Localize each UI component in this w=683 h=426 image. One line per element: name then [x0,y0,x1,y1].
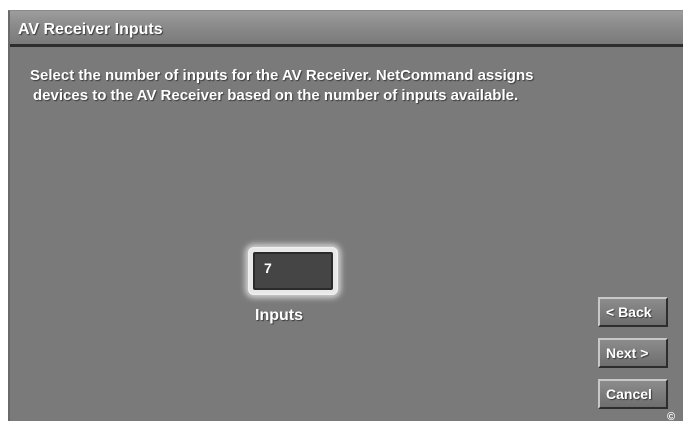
title-bar: AV Receiver Inputs [10,11,683,47]
instructions-text: Select the number of inputs for the AV R… [30,66,630,106]
inputs-field-frame[interactable]: 7 [248,247,338,295]
inputs-label: Inputs [255,307,303,324]
screen: AV Receiver Inputs Select the number of … [0,0,683,426]
dialog-title: AV Receiver Inputs [18,21,163,38]
instructions-line-1: Select the number of inputs for the AV R… [30,67,534,84]
back-button[interactable]: < Back [598,297,668,327]
cancel-button[interactable]: Cancel [598,379,668,409]
instructions-line-2: devices to the AV Receiver based on the … [33,87,519,104]
next-button[interactable]: Next > [598,338,668,368]
copyright-mark: © [667,411,676,423]
dialog-panel: AV Receiver Inputs Select the number of … [8,10,683,421]
inputs-count-field[interactable]: 7 [253,252,333,290]
